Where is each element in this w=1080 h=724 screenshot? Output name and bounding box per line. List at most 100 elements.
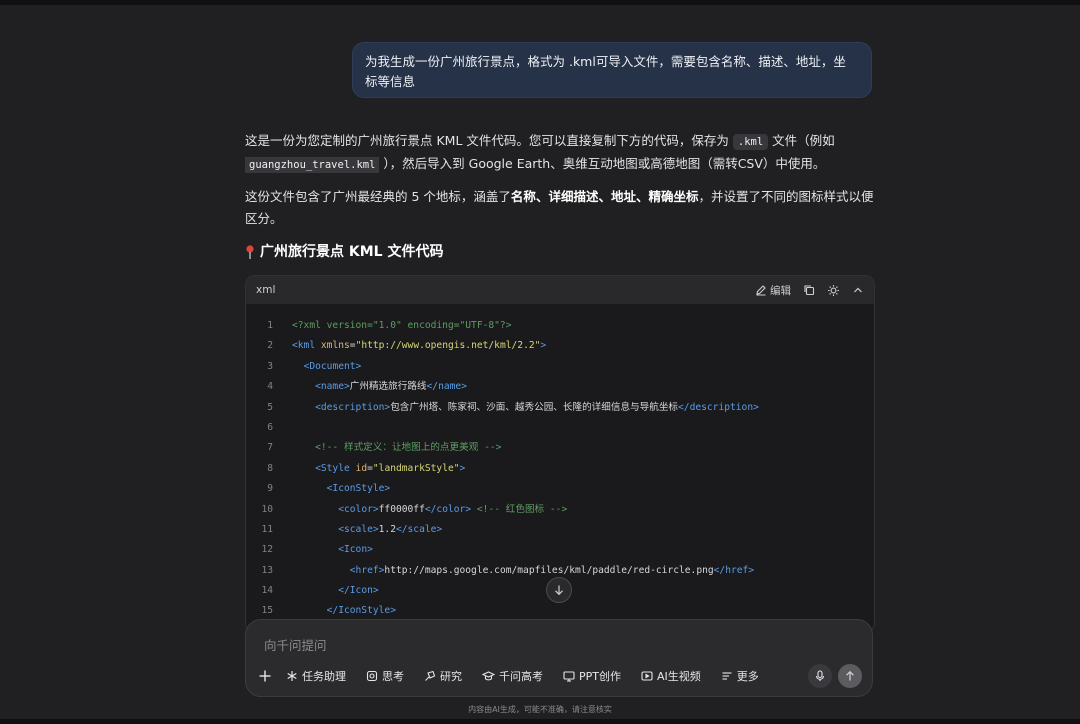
response-text: 这份文件包含了广州最经典的 5 个地标，涵盖了: [245, 189, 511, 204]
code-token: 广州精选旅行路线: [349, 381, 427, 393]
tool-ppt[interactable]: PPT创作: [563, 664, 621, 688]
send-button[interactable]: [838, 664, 862, 688]
line-number: 8: [267, 462, 273, 474]
bold-text: 详细描述: [548, 189, 599, 204]
line-number: 9: [267, 483, 273, 495]
video-icon: [641, 670, 653, 682]
copy-icon: [803, 284, 815, 296]
message-composer: 任务助理 思考 研究 千问高考 PPT创作: [245, 619, 873, 697]
ai-disclaimer: 内容由AI生成，可能不准确，请注意核实: [468, 705, 612, 714]
tool-label: AI生视频: [657, 670, 701, 683]
bold-text: 、: [635, 189, 649, 204]
code-token: </name>: [426, 381, 467, 393]
code-token: <!-- 红色图标 -->: [476, 503, 568, 515]
edit-button[interactable]: 编辑: [755, 283, 791, 298]
bold-text: 、: [535, 189, 549, 204]
line-number: 1: [267, 320, 273, 331]
add-attachment-button[interactable]: [258, 664, 272, 688]
code-line: 2 <kml xmlns="http://www.opengis.net/kml/…: [246, 336, 874, 356]
code-token: 包含广州塔、陈家祠、沙面、越秀公园、长隆的详细信息与导航坐标: [390, 401, 679, 413]
ppt-icon: [563, 670, 575, 682]
bold-text: 地址: [610, 189, 636, 204]
section-heading: 广州旅行景点 KML 文件代码: [245, 242, 443, 262]
top-bar: [0, 0, 1080, 5]
line-content: <description>包含广州塔、陈家祠、沙面、越秀公园、长隆的详细信息与导…: [273, 398, 759, 418]
code-token: <href>: [349, 564, 385, 576]
tool-more[interactable]: 更多: [721, 664, 759, 688]
line-content: <Style id="landmarkStyle">: [273, 459, 465, 479]
response-text: 这是一份为您定制的广州旅行景点 KML 文件代码。您可以直接复制下方的代码，保存…: [245, 133, 733, 148]
line-number: 7: [267, 442, 273, 454]
asterisk-icon: [286, 670, 298, 682]
chevron-up-icon: [852, 284, 864, 296]
theme-toggle-button[interactable]: [827, 284, 840, 297]
tool-think[interactable]: 思考: [366, 664, 404, 688]
bold-text: 精确坐标: [648, 189, 699, 204]
code-line: 7 <!-- 样式定义：让地图上的点更美观 -->: [246, 438, 874, 458]
code-token: </description>: [678, 401, 759, 413]
line-content: <scale>1.2</scale>: [273, 520, 442, 540]
code-token: <?xml version="1.0" encoding="UTF-8"?>: [292, 320, 512, 331]
tool-label: PPT创作: [579, 670, 621, 683]
copy-button[interactable]: [803, 284, 815, 296]
code-token: <scale>: [338, 523, 379, 535]
pin-icon: [245, 245, 257, 265]
code-token: <kml: [292, 340, 321, 352]
line-number: 10: [261, 503, 273, 515]
user-message-bubble: 为我生成一份广州旅行景点，格式为 .kml可导入文件，需要包含名称、描述、地址，…: [352, 42, 872, 98]
user-message-text: 为我生成一份广州旅行景点，格式为 .kml可导入文件，需要包含名称、描述、地址，…: [365, 54, 846, 89]
line-content: <color>ff0000ff</color> <!-- 红色图标 -->: [273, 500, 567, 520]
tool-research[interactable]: 研究: [424, 664, 462, 688]
message-input[interactable]: [262, 634, 786, 656]
code-token: </IconStyle>: [326, 605, 396, 617]
line-number: 12: [261, 544, 273, 556]
code-token: xmlns: [320, 340, 350, 352]
code-line: 3 <Document>: [246, 357, 874, 377]
think-icon: [366, 670, 378, 682]
tool-task-assistant[interactable]: 任务助理: [286, 664, 346, 688]
section-heading-text: 广州旅行景点 KML 文件代码: [260, 244, 444, 260]
code-line: 8 <Style id="landmarkStyle">: [246, 459, 874, 479]
code-language-label: xml: [256, 284, 276, 296]
plus-icon: [258, 669, 272, 683]
voice-input-button[interactable]: [808, 664, 832, 688]
line-content: <Icon>: [273, 540, 373, 560]
pencil-icon: [755, 284, 767, 296]
code-token: <name>: [315, 381, 350, 393]
line-content: <Document>: [273, 357, 362, 377]
line-content: <?xml version="1.0" encoding="UTF-8"?>: [273, 316, 512, 336]
tool-ai-video[interactable]: AI生视频: [641, 664, 701, 688]
code-token: ff0000ff: [378, 503, 425, 515]
line-number: 3: [267, 360, 273, 372]
line-number: 2: [267, 340, 273, 352]
tool-label: 研究: [440, 670, 462, 683]
line-content: </Icon>: [273, 581, 378, 601]
inline-code-filename: guangzhou_travel.kml: [245, 157, 380, 173]
line-number: 11: [261, 523, 273, 535]
line-content: <name>广州精选旅行路线</name>: [273, 377, 467, 397]
line-number: 14: [261, 585, 273, 597]
code-token: "landmarkStyle": [372, 462, 460, 474]
collapse-button[interactable]: [852, 284, 864, 296]
code-body: 1 <?xml version="1.0" encoding="UTF-8"?> 2…: [246, 316, 874, 622]
code-line: 6: [246, 418, 874, 438]
tool-gaokao[interactable]: 千问高考: [482, 664, 543, 688]
line-content: [273, 418, 292, 438]
code-block-header: xml 编辑: [246, 276, 874, 304]
code-token: <description>: [315, 401, 391, 413]
code-line: 9 <IconStyle>: [246, 479, 874, 499]
code-token: "http://www.opengis.net/kml/2.2": [355, 340, 541, 352]
code-line: 12 <Icon>: [246, 540, 874, 560]
bottom-bar: [0, 719, 1080, 724]
research-icon: [424, 670, 436, 682]
scroll-down-button[interactable]: [546, 577, 572, 603]
code-line: 1 <?xml version="1.0" encoding="UTF-8"?>: [246, 316, 874, 336]
